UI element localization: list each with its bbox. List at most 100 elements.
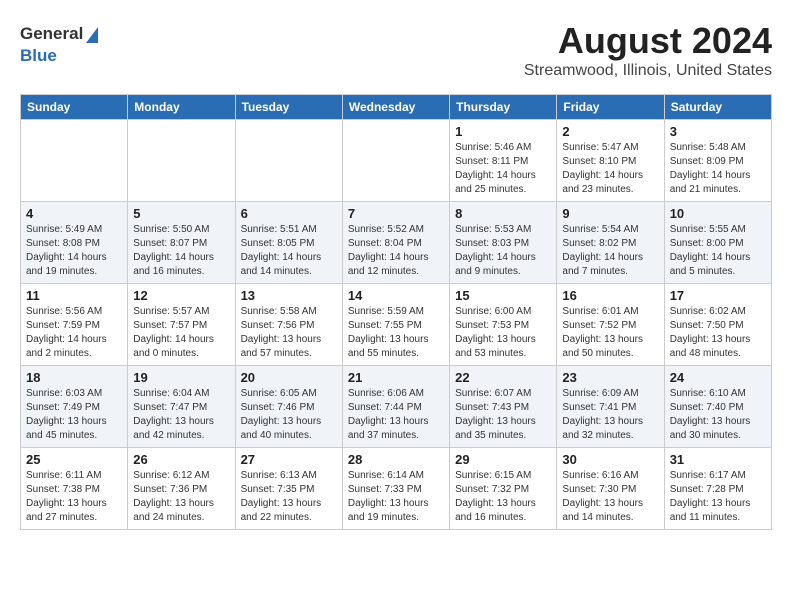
calendar-cell: 18 Sunrise: 6:03 AM Sunset: 7:49 PM Dayli… xyxy=(21,366,128,448)
day-info: Sunrise: 5:46 AM Sunset: 8:11 PM Dayligh… xyxy=(455,141,551,197)
day-info: Sunrise: 5:47 AM Sunset: 8:10 PM Dayligh… xyxy=(562,141,658,197)
calendar-cell: 29 Sunrise: 6:15 AM Sunset: 7:32 PM Dayli… xyxy=(450,448,557,530)
day-number: 26 xyxy=(133,452,229,467)
calendar-week-3: 11 Sunrise: 5:56 AM Sunset: 7:59 PM Dayli… xyxy=(21,284,772,366)
day-info: Sunrise: 6:04 AM Sunset: 7:47 PM Dayligh… xyxy=(133,387,229,443)
day-info: Sunrise: 5:48 AM Sunset: 8:09 PM Dayligh… xyxy=(670,141,766,197)
day-info: Sunrise: 6:02 AM Sunset: 7:50 PM Dayligh… xyxy=(670,305,766,361)
day-number: 28 xyxy=(348,452,444,467)
calendar-cell: 27 Sunrise: 6:13 AM Sunset: 7:35 PM Dayli… xyxy=(235,448,342,530)
header-saturday: Saturday xyxy=(664,95,771,120)
calendar-cell: 22 Sunrise: 6:07 AM Sunset: 7:43 PM Dayli… xyxy=(450,366,557,448)
day-number: 6 xyxy=(241,206,337,221)
day-number: 16 xyxy=(562,288,658,303)
day-number: 25 xyxy=(26,452,122,467)
calendar-cell xyxy=(342,120,449,202)
header-monday: Monday xyxy=(128,95,235,120)
day-info: Sunrise: 6:17 AM Sunset: 7:28 PM Dayligh… xyxy=(670,469,766,525)
day-number: 12 xyxy=(133,288,229,303)
day-info: Sunrise: 5:53 AM Sunset: 8:03 PM Dayligh… xyxy=(455,223,551,279)
calendar-cell: 10 Sunrise: 5:55 AM Sunset: 8:00 PM Dayli… xyxy=(664,202,771,284)
day-number: 10 xyxy=(670,206,766,221)
calendar-cell: 7 Sunrise: 5:52 AM Sunset: 8:04 PM Daylig… xyxy=(342,202,449,284)
header-tuesday: Tuesday xyxy=(235,95,342,120)
calendar-cell: 12 Sunrise: 5:57 AM Sunset: 7:57 PM Dayli… xyxy=(128,284,235,366)
calendar-table: Sunday Monday Tuesday Wednesday Thursday… xyxy=(20,94,772,530)
day-info: Sunrise: 6:00 AM Sunset: 7:53 PM Dayligh… xyxy=(455,305,551,361)
header-thursday: Thursday xyxy=(450,95,557,120)
day-info: Sunrise: 6:16 AM Sunset: 7:30 PM Dayligh… xyxy=(562,469,658,525)
calendar-cell: 14 Sunrise: 5:59 AM Sunset: 7:55 PM Dayli… xyxy=(342,284,449,366)
calendar-cell: 26Sunrise: 6:12 AM Sunset: 7:36 PM Dayli… xyxy=(128,448,235,530)
calendar-cell: 3 Sunrise: 5:48 AM Sunset: 8:09 PM Daylig… xyxy=(664,120,771,202)
day-number: 3 xyxy=(670,124,766,139)
calendar-week-5: 25 Sunrise: 6:11 AM Sunset: 7:38 PM Dayli… xyxy=(21,448,772,530)
day-info: Sunrise: 6:15 AM Sunset: 7:32 PM Dayligh… xyxy=(455,469,551,525)
day-number: 30 xyxy=(562,452,658,467)
day-number: 7 xyxy=(348,206,444,221)
day-info: Sunrise: 5:51 AM Sunset: 8:05 PM Dayligh… xyxy=(241,223,337,279)
weekday-header-row: Sunday Monday Tuesday Wednesday Thursday… xyxy=(21,95,772,120)
day-number: 8 xyxy=(455,206,551,221)
day-info: Sunrise: 5:49 AM Sunset: 8:08 PM Dayligh… xyxy=(26,223,122,279)
day-number: 11 xyxy=(26,288,122,303)
day-info: Sunrise: 5:59 AM Sunset: 7:55 PM Dayligh… xyxy=(348,305,444,361)
calendar-cell: 11 Sunrise: 5:56 AM Sunset: 7:59 PM Dayli… xyxy=(21,284,128,366)
day-number: 1 xyxy=(455,124,551,139)
calendar-cell xyxy=(235,120,342,202)
day-info: Sunrise: 5:54 AM Sunset: 8:02 PM Dayligh… xyxy=(562,223,658,279)
day-info: Sunrise: 6:07 AM Sunset: 7:43 PM Dayligh… xyxy=(455,387,551,443)
calendar-cell xyxy=(21,120,128,202)
logo: General Blue xyxy=(20,24,98,66)
day-info: Sunrise: 6:05 AM Sunset: 7:46 PM Dayligh… xyxy=(241,387,337,443)
day-number: 17 xyxy=(670,288,766,303)
calendar-cell: 20Sunrise: 6:05 AM Sunset: 7:46 PM Dayli… xyxy=(235,366,342,448)
day-number: 15 xyxy=(455,288,551,303)
day-number: 5 xyxy=(133,206,229,221)
day-number: 19 xyxy=(133,370,229,385)
calendar-cell: 30 Sunrise: 6:16 AM Sunset: 7:30 PM Dayli… xyxy=(557,448,664,530)
calendar-cell: 15 Sunrise: 6:00 AM Sunset: 7:53 PM Dayli… xyxy=(450,284,557,366)
calendar-cell: 19 Sunrise: 6:04 AM Sunset: 7:47 PM Dayli… xyxy=(128,366,235,448)
calendar-cell xyxy=(128,120,235,202)
day-info: Sunrise: 6:01 AM Sunset: 7:52 PM Dayligh… xyxy=(562,305,658,361)
calendar-week-1: 1 Sunrise: 5:46 AM Sunset: 8:11 PM Daylig… xyxy=(21,120,772,202)
day-info: Sunrise: 5:57 AM Sunset: 7:57 PM Dayligh… xyxy=(133,305,229,361)
day-number: 4 xyxy=(26,206,122,221)
calendar-cell: 6 Sunrise: 5:51 AM Sunset: 8:05 PM Daylig… xyxy=(235,202,342,284)
calendar-cell: 5 Sunrise: 5:50 AM Sunset: 8:07 PM Daylig… xyxy=(128,202,235,284)
day-info: Sunrise: 6:14 AM Sunset: 7:33 PM Dayligh… xyxy=(348,469,444,525)
header-sunday: Sunday xyxy=(21,95,128,120)
day-number: 29 xyxy=(455,452,551,467)
calendar-cell: 9Sunrise: 5:54 AM Sunset: 8:02 PM Daylig… xyxy=(557,202,664,284)
day-number: 21 xyxy=(348,370,444,385)
day-info: Sunrise: 5:56 AM Sunset: 7:59 PM Dayligh… xyxy=(26,305,122,361)
calendar-header: August 2024 Streamwood, Illinois, United… xyxy=(20,20,772,80)
header-friday: Friday xyxy=(557,95,664,120)
day-number: 13 xyxy=(241,288,337,303)
day-number: 23 xyxy=(562,370,658,385)
calendar-cell: 31Sunrise: 6:17 AM Sunset: 7:28 PM Dayli… xyxy=(664,448,771,530)
calendar-cell: 13Sunrise: 5:58 AM Sunset: 7:56 PM Dayli… xyxy=(235,284,342,366)
logo-general-text: General xyxy=(20,24,83,44)
day-info: Sunrise: 5:52 AM Sunset: 8:04 PM Dayligh… xyxy=(348,223,444,279)
day-number: 27 xyxy=(241,452,337,467)
day-number: 18 xyxy=(26,370,122,385)
calendar-cell: 25 Sunrise: 6:11 AM Sunset: 7:38 PM Dayli… xyxy=(21,448,128,530)
calendar-cell: 17 Sunrise: 6:02 AM Sunset: 7:50 PM Dayli… xyxy=(664,284,771,366)
day-info: Sunrise: 6:06 AM Sunset: 7:44 PM Dayligh… xyxy=(348,387,444,443)
calendar-cell: 23Sunrise: 6:09 AM Sunset: 7:41 PM Dayli… xyxy=(557,366,664,448)
calendar-cell: 4 Sunrise: 5:49 AM Sunset: 8:08 PM Daylig… xyxy=(21,202,128,284)
day-info: Sunrise: 6:03 AM Sunset: 7:49 PM Dayligh… xyxy=(26,387,122,443)
header-wednesday: Wednesday xyxy=(342,95,449,120)
calendar-cell: 28 Sunrise: 6:14 AM Sunset: 7:33 PM Dayli… xyxy=(342,448,449,530)
day-info: Sunrise: 6:13 AM Sunset: 7:35 PM Dayligh… xyxy=(241,469,337,525)
day-info: Sunrise: 5:55 AM Sunset: 8:00 PM Dayligh… xyxy=(670,223,766,279)
day-info: Sunrise: 5:50 AM Sunset: 8:07 PM Dayligh… xyxy=(133,223,229,279)
calendar-cell: 16 Sunrise: 6:01 AM Sunset: 7:52 PM Dayli… xyxy=(557,284,664,366)
day-info: Sunrise: 6:11 AM Sunset: 7:38 PM Dayligh… xyxy=(26,469,122,525)
logo-blue-text: Blue xyxy=(20,46,57,65)
day-number: 14 xyxy=(348,288,444,303)
calendar-cell: 2Sunrise: 5:47 AM Sunset: 8:10 PM Daylig… xyxy=(557,120,664,202)
day-number: 22 xyxy=(455,370,551,385)
